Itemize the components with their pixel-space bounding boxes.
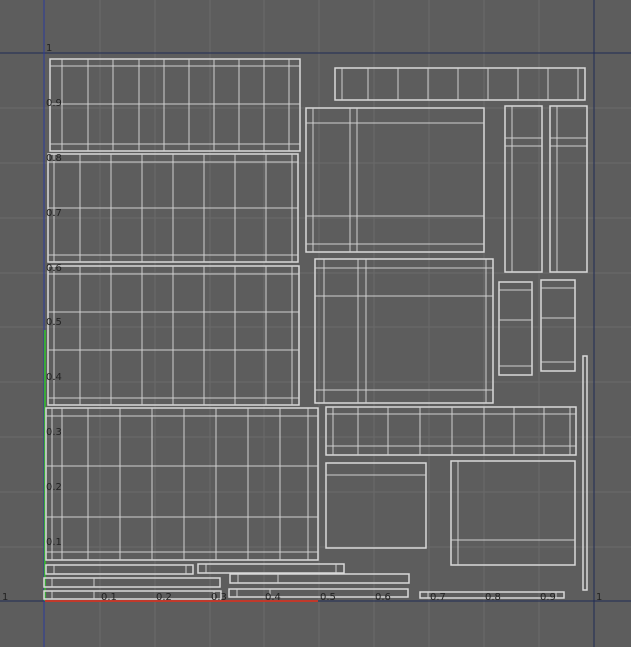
- uv-island-17[interactable]: [197, 563, 345, 574]
- origin-left-label: 1: [2, 592, 8, 603]
- u-tick-label: 0.7: [430, 592, 446, 603]
- uv-island-12[interactable]: [582, 355, 588, 591]
- uv-island-15[interactable]: [450, 460, 576, 566]
- uv-island-18[interactable]: [43, 577, 221, 588]
- v-max-label: 1: [46, 43, 52, 54]
- uv-island-14[interactable]: [325, 462, 427, 549]
- u-tick-label: 0.8: [485, 592, 501, 603]
- uv-island-8[interactable]: [549, 105, 588, 273]
- u-tick-label: 0.5: [320, 592, 336, 603]
- uv-islands[interactable]: [43, 58, 588, 600]
- uv-canvas[interactable]: 0.1 0.2 0.3 0.4 0.5 0.6 0.7 0.8 0.9 0.9 …: [0, 0, 631, 647]
- u-tick-labels: 0.1 0.2 0.3 0.4 0.5 0.6 0.7 0.8 0.9: [101, 592, 556, 603]
- v-tick-label: 0.7: [46, 208, 62, 219]
- uv-island-5[interactable]: [334, 67, 586, 101]
- v-tick-label: 0.5: [46, 317, 62, 328]
- u-tick-label: 0.4: [265, 592, 281, 603]
- v-tick-label: 0.1: [46, 537, 62, 548]
- uv-island-4[interactable]: [45, 407, 319, 561]
- v-tick-label: 0.2: [46, 482, 62, 493]
- uv-island-16[interactable]: [45, 564, 194, 575]
- uv-island-20[interactable]: [43, 590, 222, 600]
- v-tick-label: 0.6: [46, 263, 62, 274]
- uv-island-10[interactable]: [498, 281, 533, 376]
- uv-editor-viewport[interactable]: 0.1 0.2 0.3 0.4 0.5 0.6 0.7 0.8 0.9 0.9 …: [0, 0, 631, 647]
- v-tick-label: 0.3: [46, 427, 62, 438]
- u-tick-label: 0.9: [540, 592, 556, 603]
- v-tick-label: 0.9: [46, 98, 62, 109]
- u-tick-label: 0.6: [375, 592, 391, 603]
- uv-island-2[interactable]: [47, 153, 299, 263]
- uv-island-1[interactable]: [49, 58, 301, 152]
- uv-island-7[interactable]: [504, 105, 543, 273]
- uv-island-9[interactable]: [314, 258, 494, 404]
- u-tick-label: 0.3: [211, 592, 227, 603]
- u-tick-label: 0.2: [156, 592, 172, 603]
- v-tick-label: 0.8: [46, 153, 62, 164]
- uv-island-3[interactable]: [47, 265, 300, 406]
- u-tick-label: 0.1: [101, 592, 117, 603]
- uv-island-11[interactable]: [540, 279, 576, 372]
- u-max-label: 1: [596, 592, 602, 603]
- v-tick-label: 0.4: [46, 372, 62, 383]
- uv-island-6[interactable]: [305, 107, 485, 253]
